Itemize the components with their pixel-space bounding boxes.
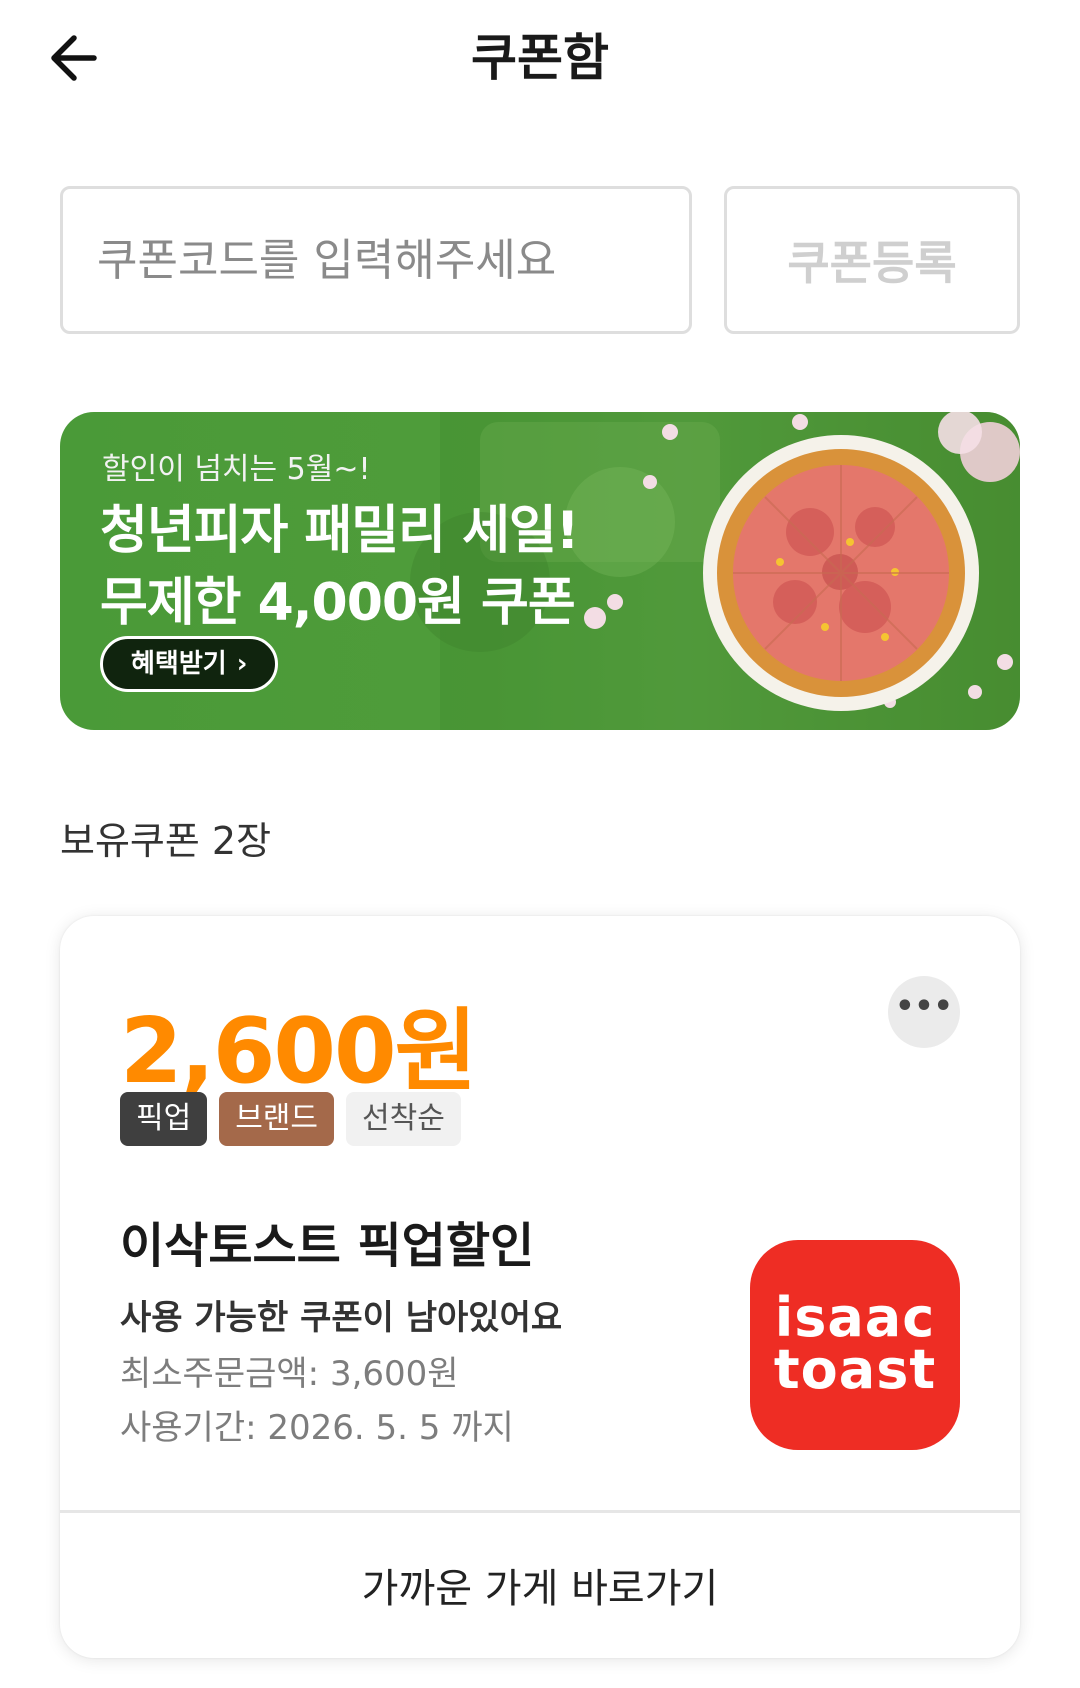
promo-banner[interactable]: 할인이 넘치는 5월~! 청년피자 패밀리 세일! 무제한 4,000원 쿠폰 … [60, 412, 1020, 730]
header: 쿠폰함 [0, 0, 1080, 130]
owned-coupon-count: 보유쿠폰 2장 [60, 819, 272, 863]
coupon-tags: 픽업 브랜드 선착순 [120, 1092, 461, 1146]
tag-first-come: 선착순 [346, 1092, 461, 1146]
pizza-image [703, 435, 979, 711]
coupon-amount: 2,600원 [120, 999, 477, 1104]
banner-headline-1: 청년피자 패밀리 세일! [100, 501, 579, 561]
logo-text-line2: toast [773, 1338, 937, 1401]
banner-cta-label: 혜택받기 [131, 649, 227, 679]
isaac-toast-logo: isaac toast [750, 1240, 960, 1450]
coupon-card: 2,600원 ••• 픽업 브랜드 선착순 이삭토스트 픽업할인 사용 가능한 … [60, 916, 1020, 1658]
coupon-name: 이삭토스트 픽업할인 [120, 1218, 535, 1274]
coupon-min-order: 최소주문금액: 3,600원 [120, 1354, 459, 1394]
more-options-button[interactable]: ••• [888, 976, 960, 1048]
banner-benefit-button[interactable]: 혜택받기 › [100, 636, 279, 692]
banner-subtitle: 할인이 넘치는 5월~! [102, 452, 371, 487]
coupon-status: 사용 가능한 쿠폰이 남아있어요 [120, 1298, 563, 1338]
logo-text-line1: isaac [774, 1286, 936, 1349]
page-title: 쿠폰함 [471, 29, 609, 87]
tag-pickup: 픽업 [120, 1092, 208, 1146]
tag-brand: 브랜드 [219, 1092, 335, 1146]
coupon-valid-until: 사용기간: 2026. 5. 5 까지 [120, 1408, 514, 1448]
more-dots-icon: ••• [895, 989, 953, 1024]
coupon-register-button[interactable]: 쿠폰등록 [724, 186, 1020, 334]
banner-headline-2: 무제한 4,000원 쿠폰 [100, 573, 576, 633]
nearby-store-button[interactable]: 가까운 가게 바로가기 [60, 1514, 1020, 1656]
chevron-right-icon: › [236, 649, 248, 679]
card-divider [60, 1510, 1020, 1513]
coupon-code-input[interactable] [60, 186, 692, 334]
